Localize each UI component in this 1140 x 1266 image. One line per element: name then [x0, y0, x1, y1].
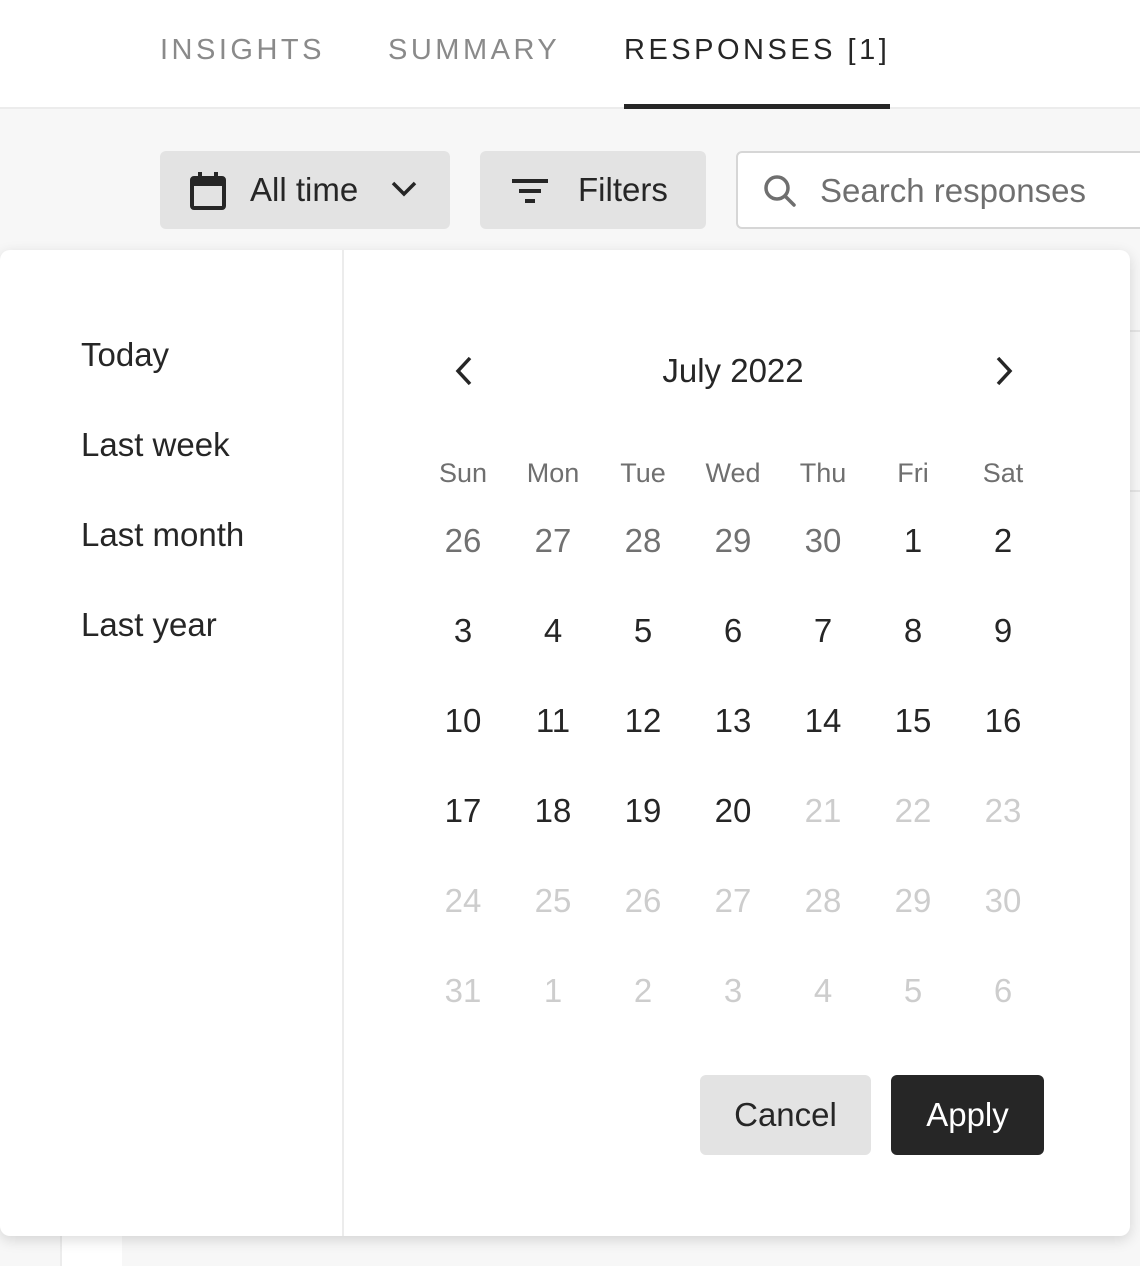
calendar-day: 4 — [813, 972, 833, 1009]
calendar-day[interactable]: 3 — [418, 601, 508, 661]
calendar-day[interactable]: 12 — [598, 691, 688, 751]
next-month-button[interactable] — [983, 351, 1023, 391]
calendar-day[interactable]: 17 — [418, 781, 508, 841]
chevron-right-icon — [996, 356, 1013, 386]
calendar-day[interactable]: 16 — [958, 691, 1048, 751]
calendar-day[interactable]: 10 — [418, 691, 508, 751]
search-placeholder: Search responses — [820, 172, 1086, 209]
active-tab-indicator — [624, 104, 890, 109]
weekday-label: Sat — [982, 458, 1024, 488]
calendar-day: 2 — [633, 972, 653, 1009]
weekday-label: Fri — [897, 458, 929, 488]
calendar-day[interactable]: 14 — [778, 691, 868, 751]
weekday-label: Wed — [705, 458, 761, 488]
calendar-day: 31 — [444, 972, 482, 1009]
background-table-cell — [60, 1236, 122, 1266]
calendar-day: 29 — [894, 882, 932, 919]
tab-bar: INSIGHTS SUMMARY RESPONSES [1] — [0, 0, 1140, 109]
calendar-day[interactable]: 4 — [508, 601, 598, 661]
tab-responses[interactable]: RESPONSES [1] — [624, 34, 890, 67]
weekday-label: Tue — [620, 458, 666, 488]
calendar-day: 22 — [894, 792, 932, 829]
preset-last-week[interactable]: Last week — [81, 426, 230, 464]
calendar-day[interactable]: 9 — [958, 601, 1048, 661]
calendar-day: 23 — [984, 792, 1022, 829]
calendar-day: 26 — [624, 882, 662, 919]
calendar-day[interactable]: 2 — [958, 511, 1048, 571]
weekday-label: Thu — [799, 458, 847, 488]
calendar-day: 1 — [543, 972, 563, 1009]
cancel-button[interactable]: Cancel — [700, 1075, 871, 1155]
calendar-day[interactable]: 26 — [418, 511, 508, 571]
weekday-label: Sun — [438, 458, 488, 488]
preset-today[interactable]: Today — [81, 336, 169, 374]
calendar-day: 21 — [804, 792, 842, 829]
calendar-day: 25 — [534, 882, 572, 919]
preset-last-month[interactable]: Last month — [81, 516, 244, 554]
preset-last-year[interactable]: Last year — [81, 606, 217, 644]
calendar-day: 3 — [723, 972, 743, 1009]
calendar-day: 30 — [984, 882, 1022, 919]
calendar-day[interactable]: 7 — [778, 601, 868, 661]
chevron-down-icon — [390, 179, 418, 199]
weekday-label: Mon — [526, 458, 580, 488]
calendar-day: 24 — [444, 882, 482, 919]
calendar-day[interactable]: 27 — [508, 511, 598, 571]
calendar-day[interactable]: 29 — [688, 511, 778, 571]
calendar-day[interactable]: 13 — [688, 691, 778, 751]
search-icon — [760, 171, 800, 211]
date-range-button[interactable]: All time — [160, 151, 450, 229]
background-table-line — [1130, 330, 1140, 332]
calendar-day[interactable]: 28 — [598, 511, 688, 571]
search-input[interactable]: Search responses — [736, 151, 1140, 229]
previous-month-button[interactable] — [445, 351, 485, 391]
apply-button[interactable]: Apply — [891, 1075, 1044, 1155]
calendar-day: 5 — [903, 972, 923, 1009]
filters-label: Filters — [578, 171, 668, 208]
calendar-day[interactable]: 15 — [868, 691, 958, 751]
chevron-left-icon — [455, 356, 472, 386]
month-title: July 2022 — [662, 352, 804, 389]
background-table-line — [1130, 490, 1140, 492]
date-range-label: All time — [250, 171, 359, 208]
calendar-day: 28 — [804, 882, 842, 919]
calendar-day: 27 — [714, 882, 752, 919]
calendar-day[interactable]: 11 — [508, 691, 598, 751]
calendar-day: 6 — [993, 972, 1013, 1009]
calendar-day[interactable]: 1 — [868, 511, 958, 571]
calendar-day[interactable]: 30 — [778, 511, 868, 571]
calendar-day[interactable]: 8 — [868, 601, 958, 661]
calendar-day[interactable]: 6 — [688, 601, 778, 661]
tab-insights[interactable]: INSIGHTS — [160, 34, 325, 67]
filter-icon — [510, 177, 550, 205]
date-picker-popover: Today Last week Last month Last year Jul… — [0, 250, 1130, 1236]
tab-summary[interactable]: SUMMARY — [388, 34, 560, 67]
calendar-day[interactable]: 18 — [508, 781, 598, 841]
filters-button[interactable]: Filters — [480, 151, 706, 229]
calendar-icon — [188, 171, 228, 211]
calendar-day[interactable]: 5 — [598, 601, 688, 661]
calendar-day[interactable]: 19 — [598, 781, 688, 841]
calendar-day[interactable]: 20 — [688, 781, 778, 841]
popover-divider — [342, 250, 344, 1236]
